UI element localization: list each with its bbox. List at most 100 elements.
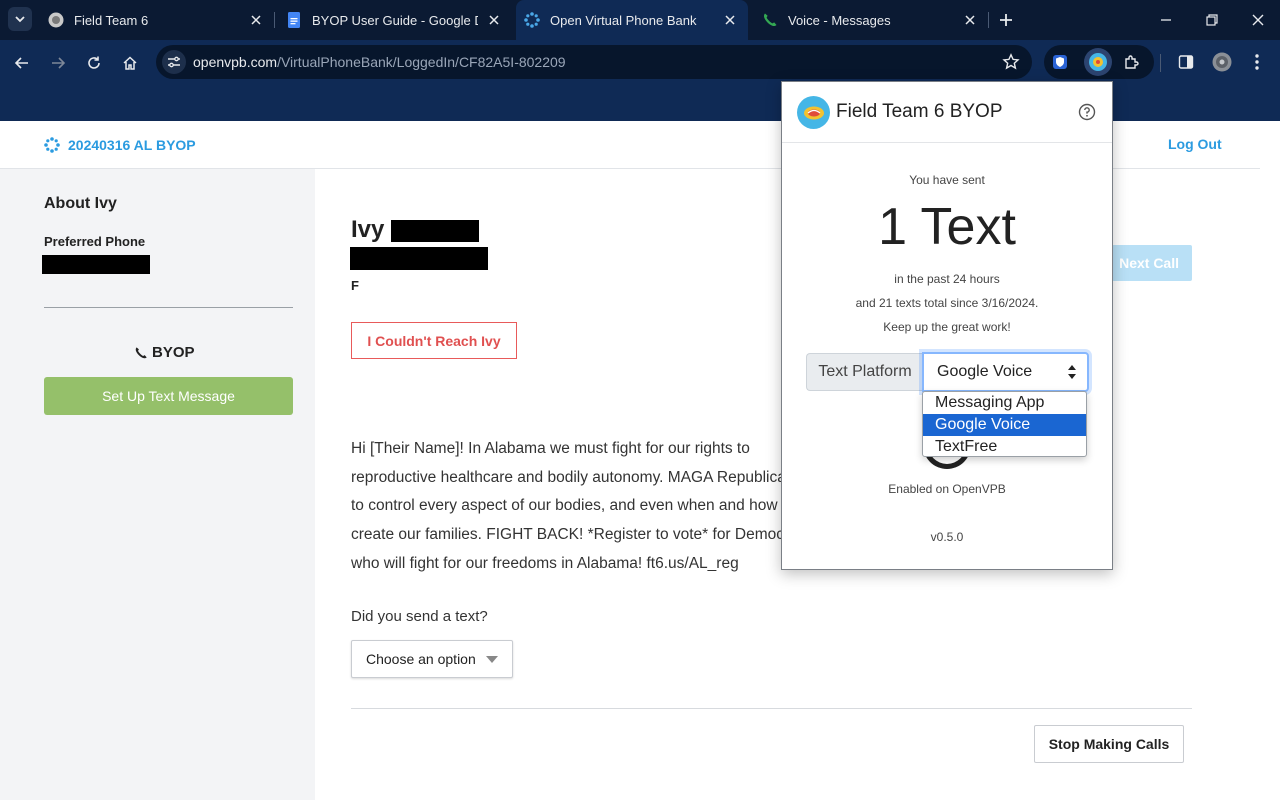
tab-divider	[988, 12, 989, 28]
sent-period-text: in the past 24 hours	[894, 272, 1000, 286]
option-textfree[interactable]: TextFree	[923, 436, 1086, 456]
puzzle-icon	[1125, 55, 1139, 69]
text-platform-options: Messaging App Google Voice TextFree	[922, 391, 1087, 457]
tab-title: Open Virtual Phone Bank	[550, 12, 697, 28]
back-button[interactable]	[11, 52, 33, 74]
url-path: /VirtualPhoneBank/LoggedIn/CF82A5I-80220…	[277, 54, 566, 70]
caret-down-icon	[486, 656, 498, 663]
bookmark-star-icon[interactable]	[1002, 53, 1020, 71]
more-vertical-icon	[1255, 54, 1259, 70]
option-google-voice[interactable]: Google Voice	[923, 414, 1086, 436]
forward-button[interactable]	[47, 52, 69, 74]
script-line: to control every aspect of our bodies, a…	[351, 497, 791, 515]
side-panel-icon	[1178, 55, 1194, 69]
select-arrows-icon	[1068, 365, 1076, 379]
popup-header: Field Team 6 BYOP	[782, 82, 1112, 143]
shield-extension-icon	[1053, 55, 1067, 69]
browser-toolbar: openvpb.com/VirtualPhoneBank/LoggedIn/CF…	[0, 40, 1280, 86]
extension-version: v0.5.0	[930, 530, 964, 544]
popup-title: Field Team 6 BYOP	[836, 101, 1003, 122]
tab-divider	[274, 12, 275, 28]
couldnt-reach-button[interactable]: I Couldn't Reach Ivy	[351, 322, 517, 359]
new-tab-button[interactable]	[996, 10, 1016, 30]
minimize-window-button[interactable]	[1156, 10, 1176, 30]
close-tab-icon[interactable]	[246, 10, 266, 30]
browser-tab-bar: Field Team 6 BYOP User Guide - Google Do…	[0, 0, 1280, 40]
tab-open-virtual-phone-bank[interactable]: Open Virtual Phone Bank	[516, 0, 748, 40]
tab-voice-messages[interactable]: Voice - Messages	[762, 6, 980, 34]
set-up-text-message-button[interactable]: Set Up Text Message	[44, 377, 293, 415]
extension-button-shield[interactable]	[1050, 52, 1070, 72]
contact-gender: F	[351, 278, 359, 293]
extension-button-field-team-6[interactable]	[1084, 48, 1112, 76]
extension-popup: Field Team 6 BYOP You have sent 1 Text i…	[781, 81, 1113, 570]
text-platform-value: Google Voice	[937, 363, 1033, 380]
contact-sidebar: About Ivy Preferred Phone BYOP Set Up Te…	[0, 169, 315, 800]
tab-search-button[interactable]	[8, 7, 32, 31]
tune-icon	[168, 56, 180, 68]
extensions-group	[1044, 45, 1154, 79]
sent-count: 1 Text	[878, 198, 1016, 256]
plus-icon	[1000, 14, 1012, 26]
byop-heading: BYOP	[134, 344, 195, 361]
restore-window-button[interactable]	[1202, 10, 1222, 30]
help-icon[interactable]	[1078, 103, 1096, 121]
redacted-contact-detail	[350, 247, 488, 270]
survey-response-select[interactable]: Choose an option	[351, 640, 513, 678]
minimize-icon	[1161, 19, 1171, 21]
script-line: Hi [Their Name]! In Alabama we must figh…	[351, 440, 750, 457]
option-messaging-app[interactable]: Messaging App	[923, 392, 1086, 414]
call-script: Hi [Their Name]! In Alabama we must figh…	[351, 435, 791, 579]
tab-byop-user-guide[interactable]: BYOP User Guide - Google Docs	[286, 6, 504, 34]
arrow-left-icon	[14, 57, 28, 69]
campaign-label: 20240316 AL BYOP	[68, 137, 196, 153]
address-bar[interactable]: openvpb.com/VirtualPhoneBank/LoggedIn/CF…	[156, 45, 1032, 79]
redacted-phone-number	[42, 255, 150, 274]
url-host: openvpb.com	[193, 54, 278, 70]
profile-avatar-button[interactable]	[1212, 52, 1232, 72]
close-tab-icon[interactable]	[960, 10, 980, 30]
campaign-name[interactable]: 20240316 AL BYOP	[44, 137, 196, 153]
script-line: reproductive healthcare and bodily auton…	[351, 468, 791, 486]
browser-menu-button[interactable]	[1247, 52, 1267, 72]
byop-label: BYOP	[152, 344, 195, 361]
close-tab-icon[interactable]	[720, 10, 740, 30]
extensions-menu-button[interactable]	[1122, 52, 1142, 72]
reload-icon	[88, 56, 100, 69]
openvpb-icon	[524, 12, 540, 28]
sent-total-text: and 21 texts total since 3/16/2024.	[855, 296, 1039, 310]
close-tab-icon[interactable]	[484, 10, 504, 30]
tab-title: Voice - Messages	[788, 12, 891, 28]
side-panel-button[interactable]	[1176, 52, 1196, 72]
redacted-last-name	[391, 220, 479, 242]
openvpb-logo-icon	[44, 137, 60, 153]
toolbar-divider	[1160, 54, 1161, 72]
encouragement-text: Keep up the great work!	[883, 320, 1011, 334]
field-team-6-icon	[48, 12, 64, 28]
reload-button[interactable]	[83, 52, 105, 74]
avatar-icon	[1212, 52, 1232, 72]
home-icon	[123, 56, 137, 70]
phone-icon	[135, 346, 147, 358]
close-window-button[interactable]	[1248, 10, 1268, 30]
tab-field-team-6[interactable]: Field Team 6	[48, 6, 266, 34]
close-icon	[1252, 14, 1264, 26]
url-text: openvpb.com/VirtualPhoneBank/LoggedIn/CF…	[193, 54, 566, 70]
chevron-down-icon	[15, 16, 25, 23]
survey-select-value: Choose an option	[366, 651, 476, 667]
page-scrollbar[interactable]	[1260, 121, 1280, 800]
google-docs-icon	[288, 12, 300, 28]
sent-label: You have sent	[909, 173, 985, 187]
field-team-6-logo-icon	[800, 99, 827, 126]
home-button[interactable]	[119, 52, 141, 74]
next-call-button[interactable]: Next Call	[1112, 245, 1192, 281]
survey-question: Did you send a text?	[351, 608, 488, 625]
stop-making-calls-button[interactable]: Stop Making Calls	[1034, 725, 1184, 763]
tab-title: BYOP User Guide - Google Docs	[312, 12, 478, 28]
text-platform-select[interactable]: Google Voice	[922, 352, 1089, 392]
preferred-phone-label: Preferred Phone	[44, 234, 146, 249]
enabled-status: Enabled on OpenVPB	[888, 482, 1006, 496]
site-info-button[interactable]	[162, 50, 186, 74]
log-out-link[interactable]: Log Out	[1168, 136, 1222, 152]
field-team-6-logo	[797, 96, 830, 129]
